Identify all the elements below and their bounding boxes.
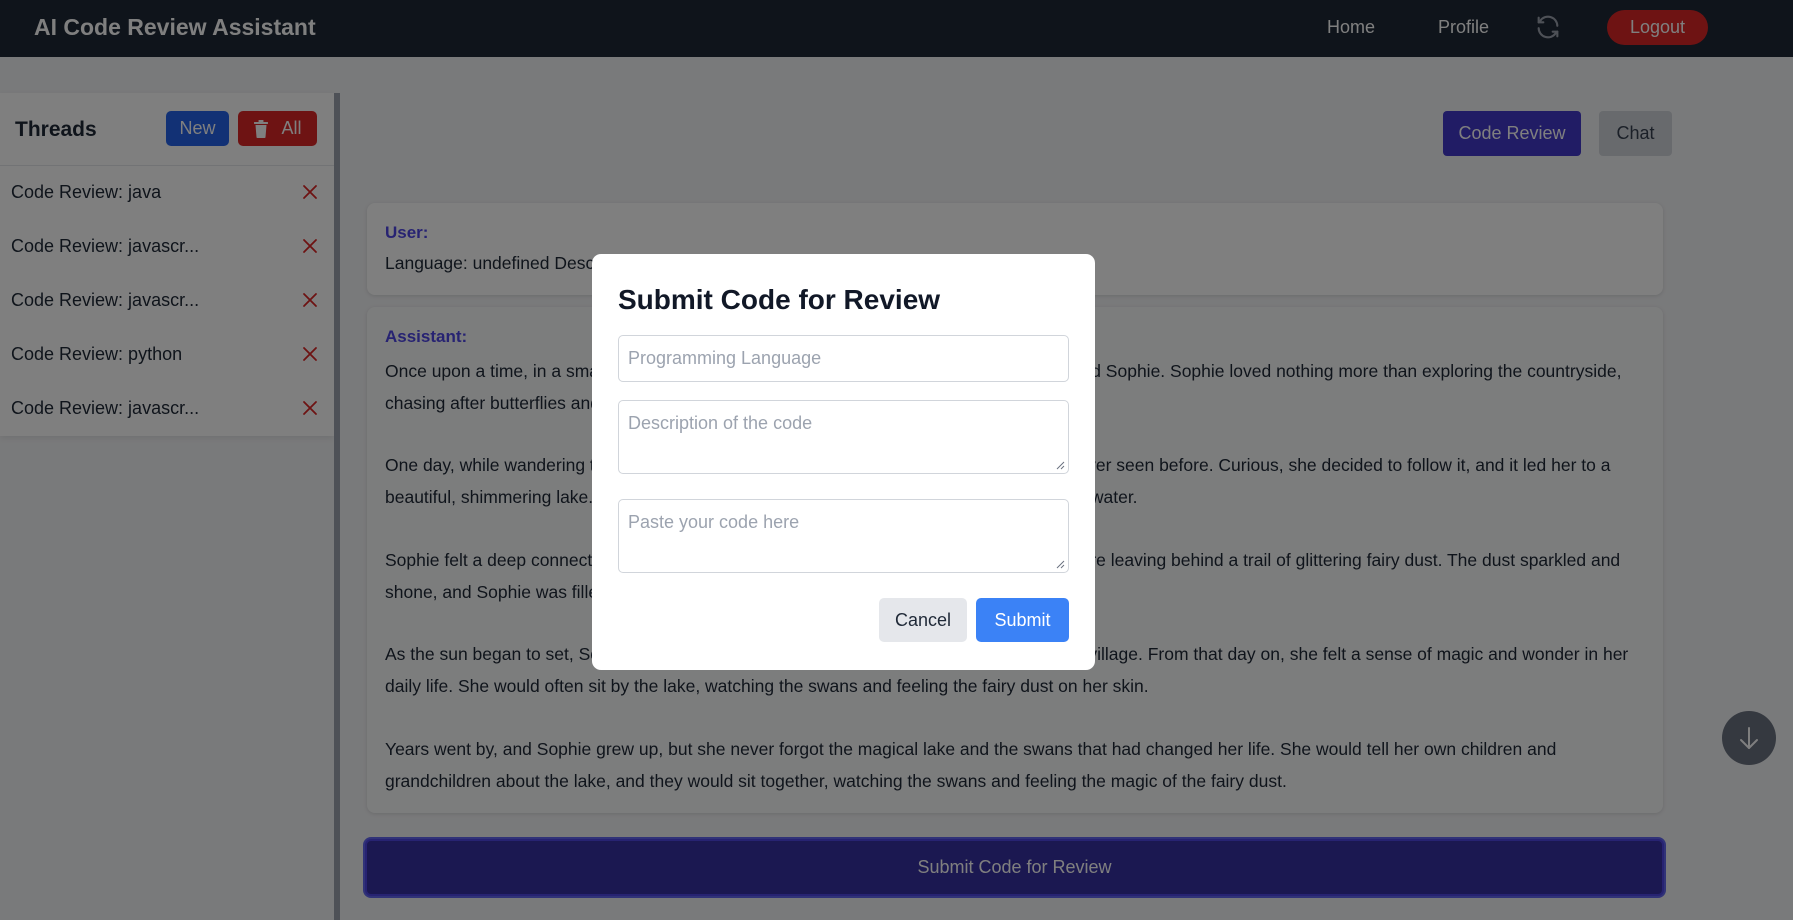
- description-placeholder: Description of the code: [628, 413, 813, 433]
- resize-grip-icon[interactable]: [1055, 559, 1065, 569]
- code-description-textarea[interactable]: Description of the code: [618, 400, 1069, 474]
- modal-title: Submit Code for Review: [618, 284, 941, 315]
- code-placeholder: Paste your code here: [628, 512, 800, 532]
- code-paste-textarea[interactable]: Paste your code here: [618, 499, 1069, 573]
- cancel-button[interactable]: Cancel: [879, 598, 967, 642]
- submit-button[interactable]: Submit: [976, 598, 1069, 642]
- programming-language-input[interactable]: Programming Language: [618, 335, 1069, 382]
- submit-code-modal: Submit Code for Review Programming Langu…: [592, 254, 1095, 670]
- resize-grip-icon[interactable]: [1055, 460, 1065, 470]
